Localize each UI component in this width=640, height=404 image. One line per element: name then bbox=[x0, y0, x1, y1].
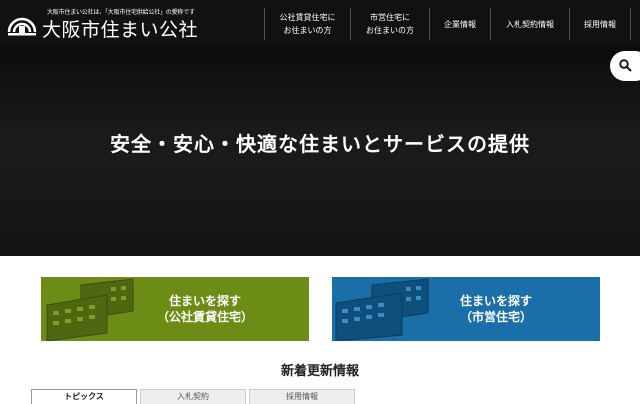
card-label-line1: 住まいを探す bbox=[168, 294, 241, 308]
nav-label-line1: 市営住宅に bbox=[370, 13, 410, 22]
apartment-building-icon bbox=[46, 278, 134, 341]
nav-label-line2: お住まいの方 bbox=[366, 26, 414, 35]
nav-item-municipal-residents[interactable]: 市営住宅に お住まいの方 bbox=[350, 8, 429, 40]
card-label-line2: （公社賃貸住宅） bbox=[156, 310, 253, 324]
card-label-line2: （市営住宅） bbox=[459, 310, 532, 324]
nav-label-line1: 公社賃貸住宅に bbox=[279, 13, 336, 22]
nav-label-line2: お住まいの方 bbox=[283, 26, 332, 35]
site-header: 大阪市住まい公社は、「大阪市住宅供給公社」の愛称です 大阪市住まい公社 公社賃貸… bbox=[0, 0, 640, 45]
card-label: 住まいを探す （市営住宅） bbox=[428, 293, 564, 325]
apartment-building-icon bbox=[335, 278, 429, 341]
nav-item-company-info[interactable]: 企業情報 bbox=[429, 8, 490, 40]
logo-name: 大阪市住まい公社 bbox=[42, 19, 199, 41]
find-municipal-housing-card[interactable]: 住まいを探す （市営住宅） bbox=[332, 277, 600, 341]
hero-title: 安全・安心・快適な住まいとサービスの提供 bbox=[110, 132, 530, 156]
nav-label: 企業情報 bbox=[444, 19, 476, 29]
news-section-title: 新着更新情報 bbox=[280, 364, 359, 379]
tab-recruitment[interactable]: 採用情報 bbox=[249, 389, 355, 404]
tab-topics[interactable]: トピックス bbox=[31, 389, 137, 404]
nav-item-recruitment[interactable]: 採用情報 bbox=[569, 8, 631, 40]
card-label-line1: 住まいを探す bbox=[459, 294, 532, 308]
find-public-rental-housing-card[interactable]: 住まいを探す （公社賃貸住宅） bbox=[41, 277, 309, 341]
nav-item-public-rental-residents[interactable]: 公社賃貸住宅に お住まいの方 bbox=[264, 8, 350, 40]
house-arc-logo-icon bbox=[7, 17, 37, 36]
nav-item-bidding-info[interactable]: 入札契約情報 bbox=[490, 8, 569, 40]
site-logo[interactable]: 大阪市住まい公社は、「大阪市住宅供給公社」の愛称です 大阪市住まい公社 bbox=[6, 5, 206, 41]
nav-label: 入札契約情報 bbox=[506, 19, 554, 29]
hero-banner: 安全・安心・快適な住まいとサービスの提供 bbox=[0, 45, 640, 256]
main-nav: 公社賃貸住宅に お住まいの方 市営住宅に お住まいの方 企業情報 入札契約情報 … bbox=[264, 8, 631, 40]
tab-bidding[interactable]: 入札契約 bbox=[140, 389, 246, 404]
nav-label: 採用情報 bbox=[584, 19, 616, 29]
search-button[interactable] bbox=[610, 51, 640, 81]
card-label: 住まいを探す （公社賃貸住宅） bbox=[137, 293, 273, 325]
search-icon bbox=[619, 59, 632, 72]
news-tabs: トピックス 入札契約 採用情報 bbox=[31, 389, 358, 404]
